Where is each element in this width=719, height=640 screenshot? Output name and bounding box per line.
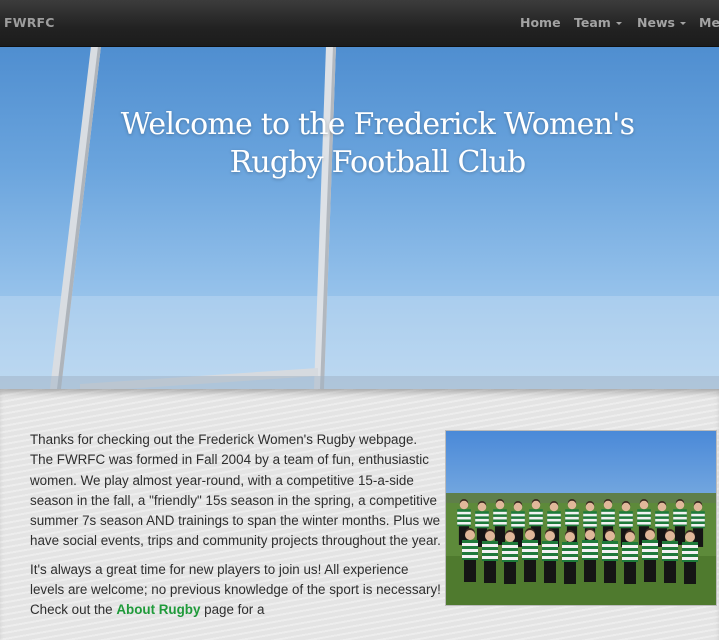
caret-down-icon: [615, 22, 622, 25]
intro-paragraph-1: Thanks for checking out the Frederick Wo…: [30, 432, 441, 549]
team-photo: [445, 430, 717, 606]
hero-title: Welcome to the Frederick Women's Rugby F…: [0, 106, 719, 182]
nav-news-dropdown[interactable]: News: [637, 15, 686, 30]
team-photo-image: [446, 493, 716, 605]
hero-title-line-2: Rugby Football Club: [229, 145, 527, 180]
hero-banner: Welcome to the Frederick Women's Rugby F…: [0, 46, 719, 389]
intro-text: Thanks for checking out the Frederick Wo…: [30, 430, 442, 629]
intro-paragraph-2: It's always a great time for new players…: [30, 560, 442, 621]
hero-title-line-1: Welcome to the Frederick Women's: [120, 107, 635, 142]
nav-team-label: Team: [574, 15, 611, 30]
nav-media-label: Me: [699, 15, 719, 30]
intro-paragraph-2-tail: page for a: [200, 602, 265, 618]
brand-logo-text[interactable]: FWRFC: [4, 15, 55, 30]
nav-media-truncated[interactable]: Me: [699, 15, 719, 30]
top-navbar: FWRFC Home Team News Me: [0, 0, 719, 47]
nav-news-label: News: [637, 15, 675, 30]
nav-team-dropdown[interactable]: Team: [574, 15, 622, 30]
nav-home-label: Home: [520, 15, 561, 30]
about-rugby-link[interactable]: About Rugby: [116, 602, 200, 617]
nav-home[interactable]: Home: [520, 15, 561, 30]
caret-down-icon: [679, 22, 686, 25]
goal-posts-image: [0, 46, 719, 389]
